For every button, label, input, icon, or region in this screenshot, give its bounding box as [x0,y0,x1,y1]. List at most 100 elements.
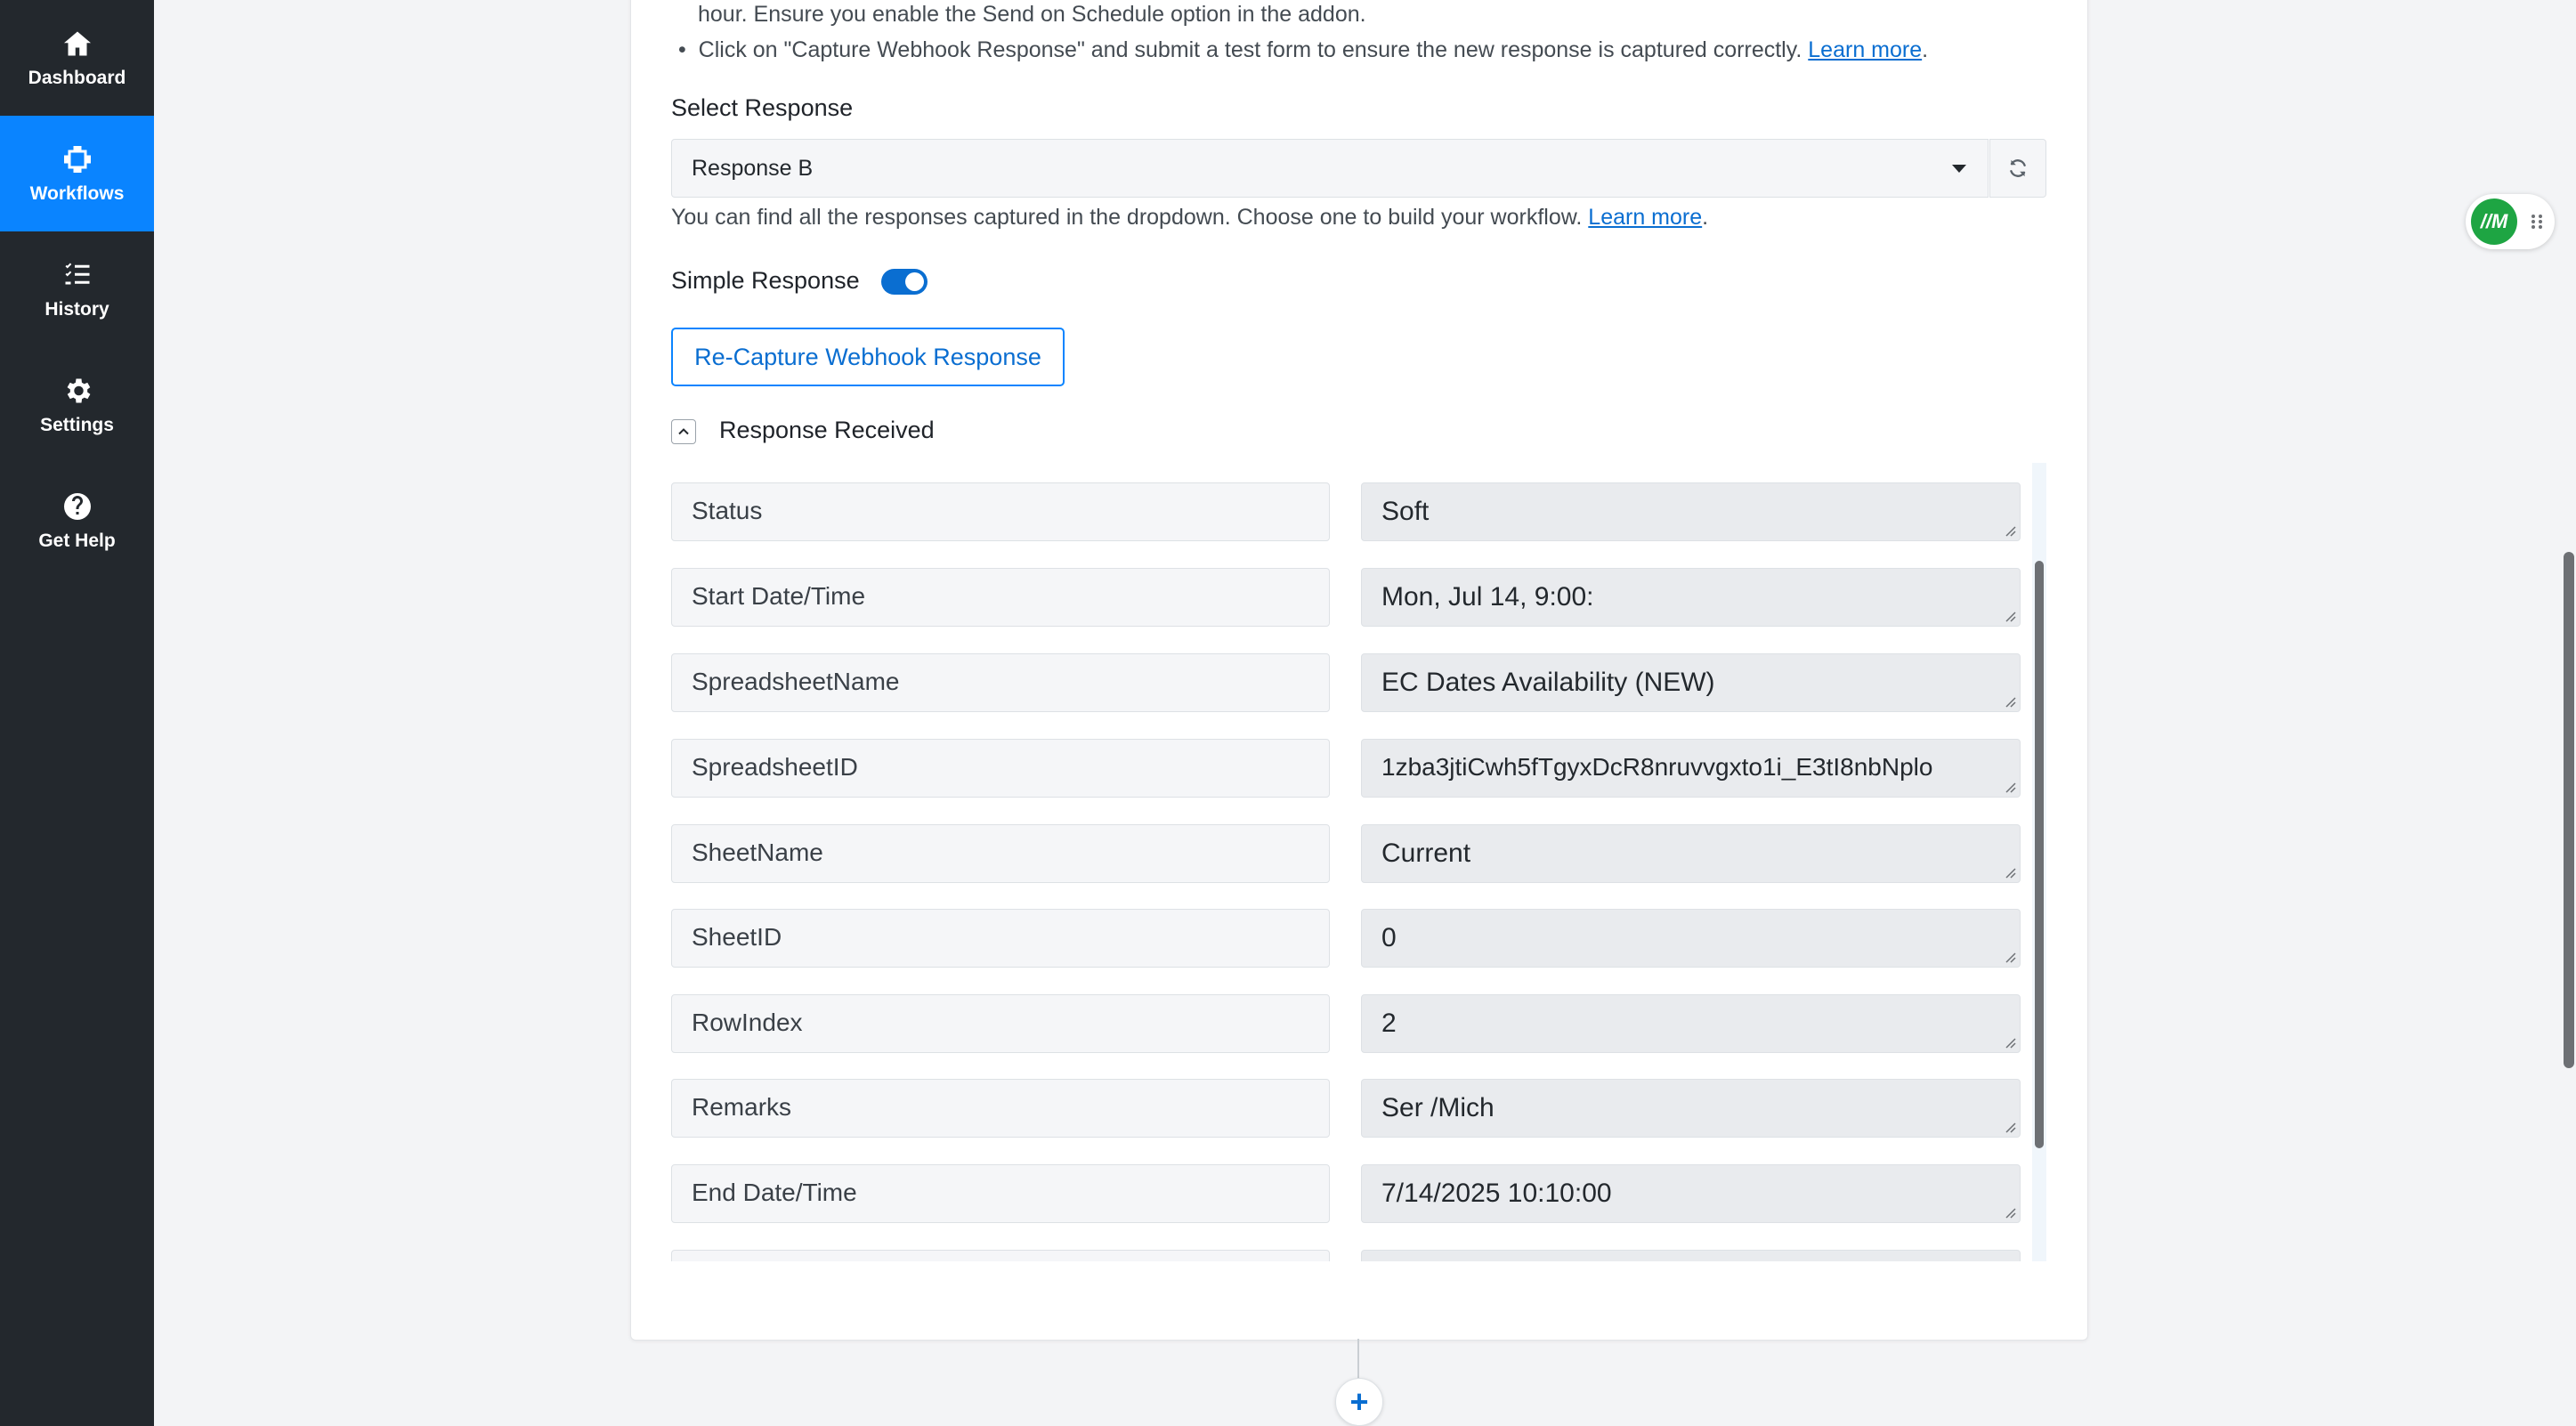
response-field-row: SheetName Current [671,824,2046,885]
instruction-line-1: hour. Ensure you enable the Send on Sche… [698,2,1366,27]
simple-response-toggle[interactable] [881,269,928,295]
response-field-row: Start Date/Time Mon, Jul 14, 9:00: [671,568,2046,628]
field-value[interactable]: 2 [1361,994,2021,1053]
sidebar-item-label: Workflows [29,182,125,204]
sidebar-item-label: Dashboard [28,67,126,88]
caret-down-icon [1952,165,1966,173]
page-scrollbar-thumb[interactable] [2564,552,2574,1068]
field-key: Start Date/Time [671,568,1330,627]
field-value[interactable]: Ser /Mich [1361,1079,2021,1138]
learn-more-link[interactable]: Learn more [1808,37,1922,62]
hint-end: . [1702,205,1709,230]
field-value-text: 7/14/2025 10:10:00 [1381,1179,1612,1208]
field-key-text: Remarks [692,1093,792,1121]
floating-widget[interactable]: //M [2466,194,2555,249]
select-response-label: Select Response [671,94,854,121]
field-value[interactable]: EC Dates Availability (NEW) [1361,653,2021,712]
field-key-text: End Date/Time [692,1179,857,1206]
field-value-text: Current [1381,839,1471,868]
field-key: SpreadsheetID [671,739,1330,798]
history-list-icon [65,263,89,284]
resize-handle-icon[interactable] [2003,523,2017,538]
response-field-row: SpreadsheetName EC Dates Availability (N… [671,653,2046,714]
drag-handle-icon[interactable] [2528,212,2546,231]
response-field-row: Status Soft [671,482,2046,543]
fields-scrollbar-thumb[interactable] [2035,561,2044,1148]
field-key-text: Status [692,497,763,524]
sidebar-item-label: Get Help [38,530,116,551]
response-field-row: RowIndex 2 [671,994,2046,1055]
field-key-text: SheetID [692,923,782,951]
recapture-webhook-button[interactable]: Re-Capture Webhook Response [671,328,1065,386]
workflow-icon [63,145,91,173]
response-field-row: SpreadsheetID 1zba3jtiCwh5fTgyxDcR8nruvv… [671,739,2046,799]
resize-handle-icon[interactable] [2003,609,2017,623]
response-field-row [671,1250,2046,1261]
resize-handle-icon[interactable] [2003,1205,2017,1219]
gear-icon [67,378,90,402]
field-value-text: 2 [1381,1009,1397,1038]
field-value[interactable]: 1zba3jtiCwh5fTgyxDcR8nruvvgxto1i_E3tI8nb… [1361,739,2021,798]
resize-handle-icon[interactable] [2003,865,2017,879]
refresh-responses-button[interactable] [1989,139,2046,198]
field-key: Remarks [671,1079,1330,1138]
resize-handle-icon[interactable] [2003,694,2017,709]
field-value[interactable]: Current [1361,824,2021,883]
field-key [671,1250,1330,1261]
field-key-text: Start Date/Time [692,582,866,610]
sidebar: Dashboard Workflows History Settings Get… [0,0,154,1426]
field-value[interactable]: Soft [1361,482,2021,541]
field-value[interactable]: Mon, Jul 14, 9:00: [1361,568,2021,627]
field-value-text: Soft [1381,497,1430,526]
field-value-text: Ser /Mich [1381,1093,1495,1122]
add-step-button[interactable]: + [1335,1378,1383,1426]
selected-response: Response B [692,156,814,181]
field-key: SheetID [671,909,1330,968]
sidebar-item-label: History [45,298,109,320]
sidebar-item-dashboard[interactable]: Dashboard [0,0,154,116]
field-key: RowIndex [671,994,1330,1053]
field-key-text: RowIndex [692,1009,803,1036]
response-select[interactable]: Response B [671,139,1989,198]
app-logo[interactable]: //M [2471,199,2517,245]
toggle-knob [905,272,924,291]
field-key-text: SpreadsheetID [692,753,858,781]
instruction-line-2: • Click on "Capture Webhook Response" an… [678,37,1928,63]
response-field-row: SheetID 0 [671,909,2046,969]
refresh-icon [2010,159,2026,177]
field-key-text: SpreadsheetName [692,668,900,695]
instruction-end: . [1922,37,1929,62]
select-response-hint: You can find all the responses captured … [671,205,1708,231]
hint-text: You can find all the responses captured … [671,205,1583,230]
field-value[interactable]: 0 [1361,909,2021,968]
chevron-up-icon [678,428,689,435]
resize-handle-icon[interactable] [2003,1035,2017,1049]
instruction-text: Click on "Capture Webhook Response" and … [698,37,1802,62]
response-received-title: Response Received [719,417,935,443]
sidebar-item-settings[interactable]: Settings [0,347,154,463]
sidebar-item-workflows[interactable]: Workflows [0,116,154,231]
field-value-text: 1zba3jtiCwh5fTgyxDcR8nruvvgxto1i_E3tI8nb… [1381,753,1933,781]
collapse-response-button[interactable] [671,419,696,444]
field-value-text: 0 [1381,923,1397,952]
field-key: Status [671,482,1330,541]
response-field-row: End Date/Time 7/14/2025 10:10:00 [671,1164,2046,1225]
resize-handle-icon[interactable] [2003,1120,2017,1134]
learn-more-link[interactable]: Learn more [1588,205,1702,230]
sidebar-item-history[interactable]: History [0,231,154,347]
field-value-text: EC Dates Availability (NEW) [1381,668,1715,697]
response-field-row: Remarks Ser /Mich [671,1079,2046,1139]
field-value[interactable]: 7/14/2025 10:10:00 [1361,1164,2021,1223]
field-key: SheetName [671,824,1330,883]
simple-response-label: Simple Response [671,267,860,294]
help-circle-icon [63,492,91,520]
field-value[interactable] [1361,1250,2021,1261]
sidebar-item-get-help[interactable]: Get Help [0,463,154,579]
resize-handle-icon[interactable] [2003,780,2017,794]
home-icon [63,31,91,55]
field-key: End Date/Time [671,1164,1330,1223]
field-key-text: SheetName [692,839,823,866]
bullet: • [678,37,699,62]
response-fields-list: Status Soft Start Date/Time Mon, Jul 14,… [671,463,2046,1261]
resize-handle-icon[interactable] [2003,950,2017,964]
